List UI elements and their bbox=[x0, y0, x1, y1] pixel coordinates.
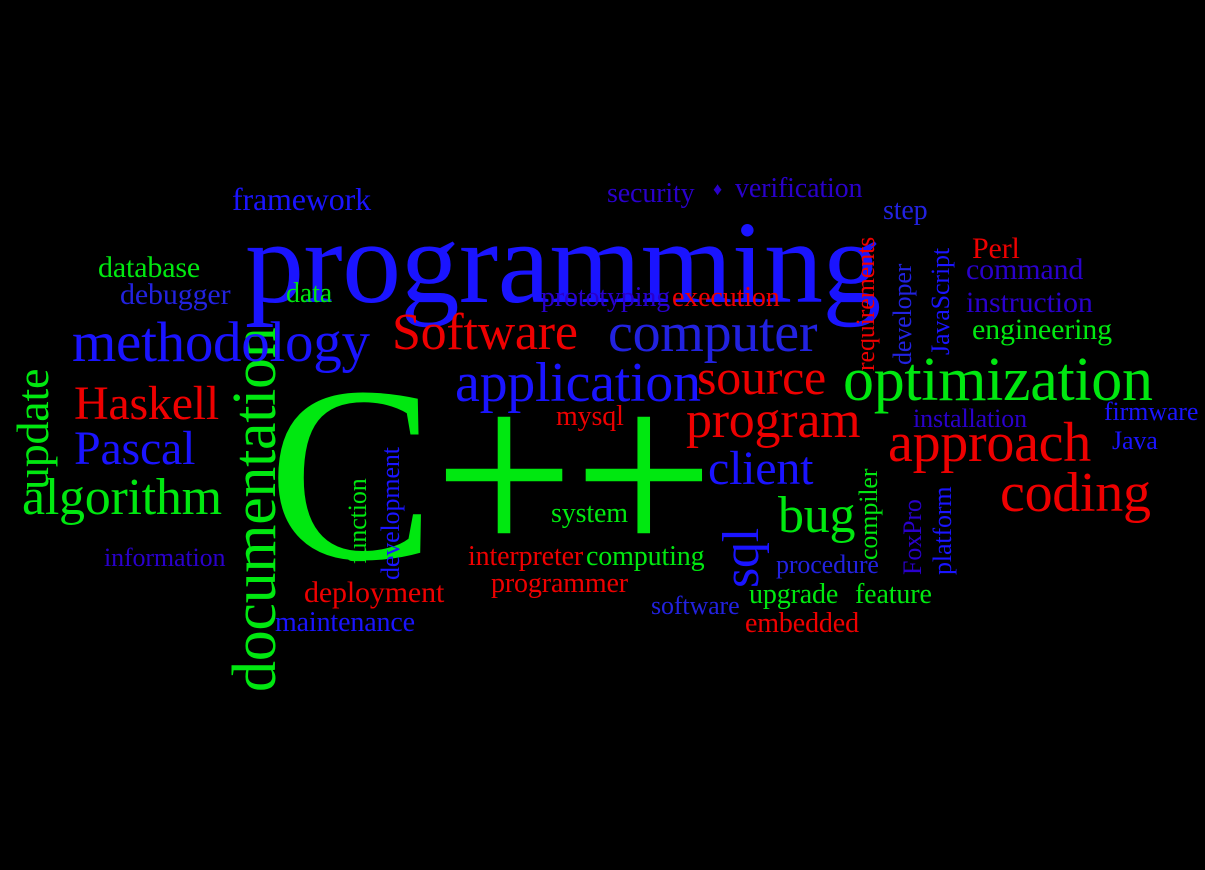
cloud-word: prototyping bbox=[541, 282, 671, 313]
cloud-word: Java bbox=[1112, 426, 1158, 455]
cloud-word: firmware bbox=[1104, 397, 1199, 426]
cloud-word: execution bbox=[672, 282, 780, 313]
cloud-word: instruction bbox=[966, 286, 1093, 319]
cloud-word: information bbox=[104, 543, 226, 572]
cloud-word: coding bbox=[1000, 462, 1151, 524]
cloud-word: computing bbox=[586, 541, 705, 572]
cloud-word: verification bbox=[735, 173, 863, 204]
cloud-word: framework bbox=[232, 181, 371, 217]
cloud-word: data bbox=[286, 278, 333, 309]
cloud-word: compiler bbox=[854, 468, 883, 560]
cloud-word: methodology bbox=[72, 311, 370, 374]
cloud-word: Pascal bbox=[74, 422, 196, 475]
cloud-word: FoxPro bbox=[898, 499, 927, 575]
cloud-word: mysql bbox=[556, 401, 624, 432]
cloud-word: JavaScript bbox=[926, 247, 955, 355]
word-cloud-canvas: C++ programming documentation optimization m… bbox=[0, 0, 1205, 870]
cloud-word: programmer bbox=[491, 568, 628, 599]
cloud-word: procedure bbox=[776, 550, 879, 579]
cloud-word: platform bbox=[928, 486, 957, 576]
cloud-word: bug bbox=[778, 487, 856, 544]
cloud-word: deployment bbox=[304, 576, 445, 609]
cloud-word: interpreter bbox=[468, 541, 584, 572]
diamond-separator-icon: ♦ bbox=[713, 179, 723, 199]
cloud-word: step bbox=[883, 195, 928, 226]
cloud-word: software bbox=[651, 591, 740, 620]
cloud-word: developer bbox=[888, 263, 917, 365]
cloud-word: Perl bbox=[972, 232, 1020, 265]
cloud-word: debugger bbox=[120, 278, 231, 311]
cloud-word: upgrade bbox=[749, 579, 839, 610]
cloud-word: maintenance bbox=[275, 607, 415, 638]
cloud-word: Software bbox=[392, 304, 578, 361]
cloud-word: Haskell bbox=[74, 377, 219, 430]
cloud-word: installation bbox=[913, 404, 1027, 433]
cloud-word: development bbox=[376, 447, 405, 580]
cloud-word: source bbox=[697, 349, 826, 405]
cloud-word: requirements bbox=[851, 236, 880, 371]
cloud-word: function bbox=[343, 478, 372, 564]
cloud-word: update bbox=[7, 368, 58, 490]
cloud-word: client bbox=[708, 442, 814, 495]
cloud-word: system bbox=[551, 498, 628, 529]
cloud-word: engineering bbox=[972, 313, 1112, 346]
cloud-word: feature bbox=[855, 579, 932, 610]
cloud-word: embedded bbox=[745, 608, 859, 639]
cloud-word: security bbox=[607, 178, 695, 209]
